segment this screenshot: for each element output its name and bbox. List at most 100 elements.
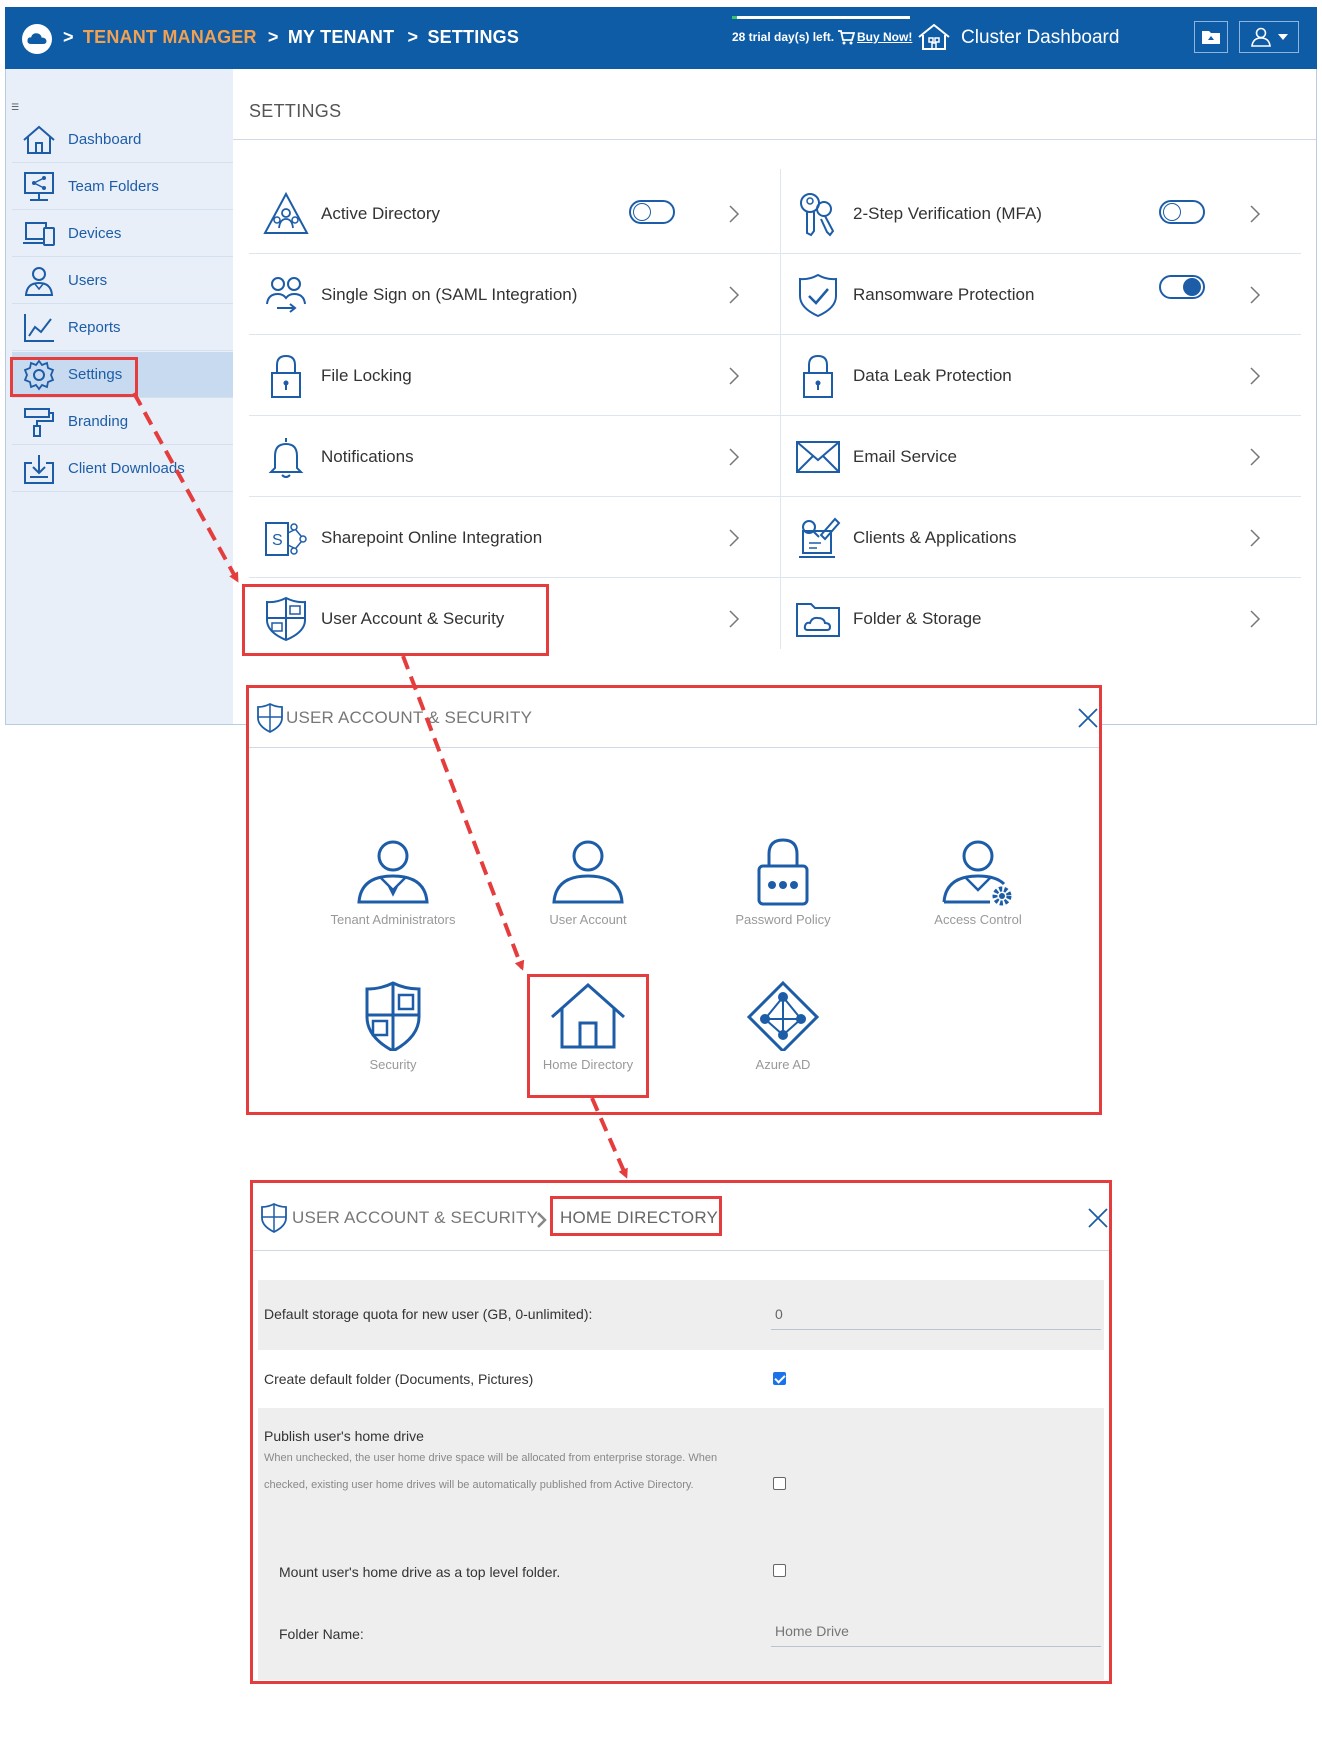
folder-button[interactable] <box>1194 21 1228 53</box>
breadcrumb-my-tenant[interactable]: MY TENANT <box>288 27 394 47</box>
settings-item-email[interactable]: Email Service <box>781 417 1301 497</box>
settings-item-label: Folder & Storage <box>853 609 982 628</box>
home-directory-dialog: USER ACCOUNT & SECURITY HOME DIRECTORY D… <box>250 1180 1112 1684</box>
screenshot-stage: > TENANT MANAGER > MY TENANT > SETTINGS … <box>0 0 1322 1748</box>
user-menu-button[interactable] <box>1239 21 1299 53</box>
folder-cloud-icon <box>796 603 840 637</box>
folder-icon <box>1202 31 1220 44</box>
mfa-toggle[interactable] <box>1159 200 1205 224</box>
toggle-knob <box>1183 278 1201 296</box>
sidebar-collapse-icon[interactable]: ☰ <box>11 102 19 113</box>
home-directory-highlight <box>527 974 649 1098</box>
access-control-icon <box>942 840 1012 906</box>
settings-item-clients[interactable]: Clients & Applications <box>781 498 1301 578</box>
chevron-down-icon <box>1278 34 1288 40</box>
user-account-security-highlight <box>242 584 549 656</box>
mount-label: Mount user's home drive as a top level f… <box>279 1564 561 1580</box>
cluster-dashboard-link[interactable]: Cluster Dashboard <box>961 27 1119 49</box>
users-icon <box>24 266 54 296</box>
active-directory-toggle[interactable] <box>629 200 675 224</box>
folder-name-label: Folder Name: <box>279 1626 364 1642</box>
active-directory-icon <box>263 191 309 234</box>
sharepoint-icon: S <box>265 521 307 556</box>
sidebar-item-devices[interactable]: Devices <box>12 211 233 257</box>
chevron-right-icon <box>1250 529 1261 547</box>
settings-item-active-directory[interactable]: Active Directory <box>249 174 780 254</box>
sidebar-item-client-downloads[interactable]: Client Downloads <box>12 446 233 492</box>
top-bar: > TENANT MANAGER > MY TENANT > SETTINGS … <box>5 7 1317 69</box>
tile-label: Tenant Administrators <box>330 912 456 927</box>
tile-label: Password Policy <box>735 912 831 927</box>
divider <box>233 139 1316 140</box>
publish-label: Publish user's home drive <box>264 1428 424 1444</box>
settings-item-label: Ransomware Protection <box>853 284 1035 304</box>
breadcrumb-tenant-manager[interactable]: TENANT MANAGER <box>83 27 257 47</box>
app-logo[interactable] <box>22 24 52 54</box>
sso-icon <box>266 276 306 313</box>
settings-item-sso[interactable]: Single Sign on (SAML Integration) <box>249 255 780 335</box>
cloud-logo-icon <box>27 33 47 44</box>
tile-user-account[interactable]: User Account <box>513 836 663 927</box>
sidebar-item-label: Branding <box>68 413 129 430</box>
settings-item-notifications[interactable]: Notifications <box>249 417 780 497</box>
sidebar-item-team-folders[interactable]: Team Folders <box>12 164 233 210</box>
settings-highlight <box>10 357 138 397</box>
chevron-right-icon <box>537 1212 547 1228</box>
chevron-right-icon <box>1250 205 1261 223</box>
ransomware-toggle[interactable] <box>1159 275 1205 299</box>
tile-access-control[interactable]: Access Control <box>903 836 1053 927</box>
close-icon[interactable] <box>1077 707 1099 729</box>
tile-security[interactable]: Security <box>318 981 468 1072</box>
user-icon <box>1251 27 1271 47</box>
tile-azure-ad[interactable]: Azure AD <box>708 981 858 1072</box>
create-folder-row: Create default folder (Documents, Pictur… <box>258 1350 1104 1408</box>
sidebar-item-dashboard[interactable]: Dashboard <box>12 117 233 163</box>
create-folder-checkbox[interactable] <box>773 1372 786 1385</box>
sidebar-item-reports[interactable]: Reports <box>12 305 233 351</box>
close-icon[interactable] <box>1087 1207 1109 1229</box>
settings-item-sharepoint[interactable]: S Sharepoint Online Integration <box>249 498 780 578</box>
sidebar-item-branding[interactable]: Branding <box>12 399 233 445</box>
sidebar-item-users[interactable]: Users <box>12 258 233 304</box>
chevron-right-icon <box>1250 610 1261 628</box>
sidebar-item-label: Client Downloads <box>68 460 185 477</box>
chevron-right-icon <box>729 286 740 304</box>
shield-icon <box>257 703 283 733</box>
chevron-right-icon <box>1250 367 1261 385</box>
trial-progress-bar <box>732 16 910 19</box>
folder-name-input[interactable] <box>771 1615 1101 1647</box>
chevron-right-icon <box>729 367 740 385</box>
chevron-right-icon <box>1250 448 1261 466</box>
tenant-admin-icon <box>357 840 429 904</box>
mount-checkbox[interactable] <box>773 1564 786 1577</box>
azure-ad-icon <box>746 981 820 1051</box>
dialog-header: USER ACCOUNT & SECURITY <box>249 688 1099 748</box>
publish-hint: When unchecked, the user home drive spac… <box>264 1452 718 1491</box>
cart-icon[interactable] <box>837 28 855 46</box>
cluster-dashboard-icon[interactable] <box>917 23 951 51</box>
tile-password-policy[interactable]: Password Policy <box>708 836 858 927</box>
settings-item-mfa[interactable]: 2-Step Verification (MFA) <box>781 174 1301 254</box>
quota-input[interactable] <box>771 1298 1101 1330</box>
sidebar-item-label: Users <box>68 272 108 289</box>
settings-item-file-locking[interactable]: File Locking <box>249 336 780 416</box>
settings-item-label: Sharepoint Online Integration <box>321 527 543 547</box>
shield-check-icon <box>799 273 837 317</box>
tile-tenant-administrators[interactable]: Tenant Administrators <box>318 836 468 927</box>
chevron-right-icon <box>729 205 740 223</box>
publish-checkbox[interactable] <box>773 1477 786 1490</box>
sidebar-item-label: Devices <box>68 225 122 242</box>
settings-item-label: Clients & Applications <box>853 527 1017 547</box>
breadcrumb-user-account-security[interactable]: USER ACCOUNT & SECURITY <box>292 1208 538 1228</box>
trial-progress-fill <box>732 16 738 19</box>
settings-item-label: 2-Step Verification (MFA) <box>853 203 1042 223</box>
settings-item-folder-storage[interactable]: Folder & Storage <box>781 579 1301 659</box>
settings-item-label: Email Service <box>853 446 957 466</box>
breadcrumb-sep: > <box>407 27 419 47</box>
breadcrumb: > TENANT MANAGER > MY TENANT > SETTINGS <box>63 27 527 48</box>
sidebar-item-label: Reports <box>68 319 121 336</box>
settings-item-label: Data Leak Protection <box>853 365 1012 385</box>
settings-item-ransomware[interactable]: Ransomware Protection <box>781 255 1301 335</box>
buy-now-link[interactable]: Buy Now! <box>857 30 912 44</box>
settings-item-data-leak[interactable]: Data Leak Protection <box>781 336 1301 416</box>
